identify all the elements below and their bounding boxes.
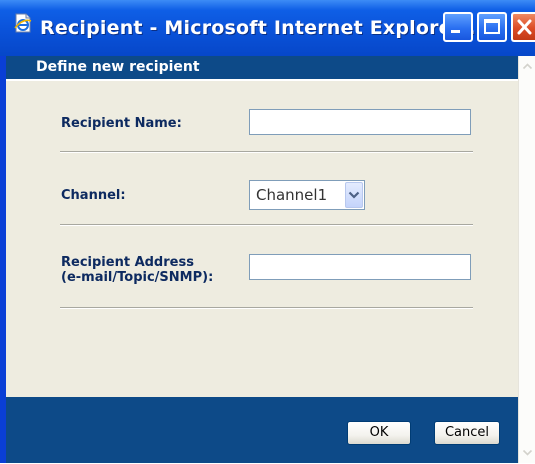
dialog-header: Define new recipient	[6, 56, 518, 81]
dialog-footer: OK Cancel	[6, 397, 518, 463]
scroll-up-icon[interactable]	[520, 59, 535, 74]
ok-button[interactable]: OK	[347, 421, 411, 445]
channel-select[interactable]: Channel1	[249, 180, 365, 210]
dialog-title: Define new recipient	[36, 59, 200, 75]
channel-label: Channel:	[61, 188, 126, 203]
divider	[60, 151, 473, 153]
cancel-button[interactable]: Cancel	[434, 421, 500, 445]
divider	[60, 307, 473, 309]
recipient-name-input[interactable]	[249, 109, 471, 135]
recipient-address-input[interactable]	[249, 254, 471, 280]
window-title: Recipient - Microsoft Internet Explorer …	[40, 17, 491, 39]
title-bar[interactable]: Recipient - Microsoft Internet Explorer …	[0, 0, 535, 56]
recipient-name-label: Recipient Name:	[61, 116, 182, 131]
recipient-address-label-line2: (e-mail/Topic/SNMP):	[61, 270, 214, 285]
maximize-icon[interactable]	[477, 12, 507, 42]
form-panel: Recipient Name: Channel: Channel1 Recipi…	[6, 81, 518, 397]
recipient-address-label-line1: Recipient Address	[61, 255, 194, 270]
channel-select-value: Channel1	[256, 186, 328, 204]
recipient-address-label: Recipient Address (e-mail/Topic/SNMP):	[61, 255, 261, 285]
ie-page-icon	[12, 12, 34, 34]
vertical-scrollbar[interactable]	[518, 56, 535, 463]
minimize-icon[interactable]	[443, 12, 473, 42]
divider	[60, 224, 473, 226]
chevron-down-icon[interactable]	[345, 182, 363, 208]
browser-window: Recipient - Microsoft Internet Explorer …	[0, 0, 535, 463]
client-area: Define new recipient Recipient Name: Cha…	[6, 56, 535, 463]
scroll-down-icon[interactable]	[520, 445, 535, 460]
close-icon[interactable]	[511, 12, 535, 42]
